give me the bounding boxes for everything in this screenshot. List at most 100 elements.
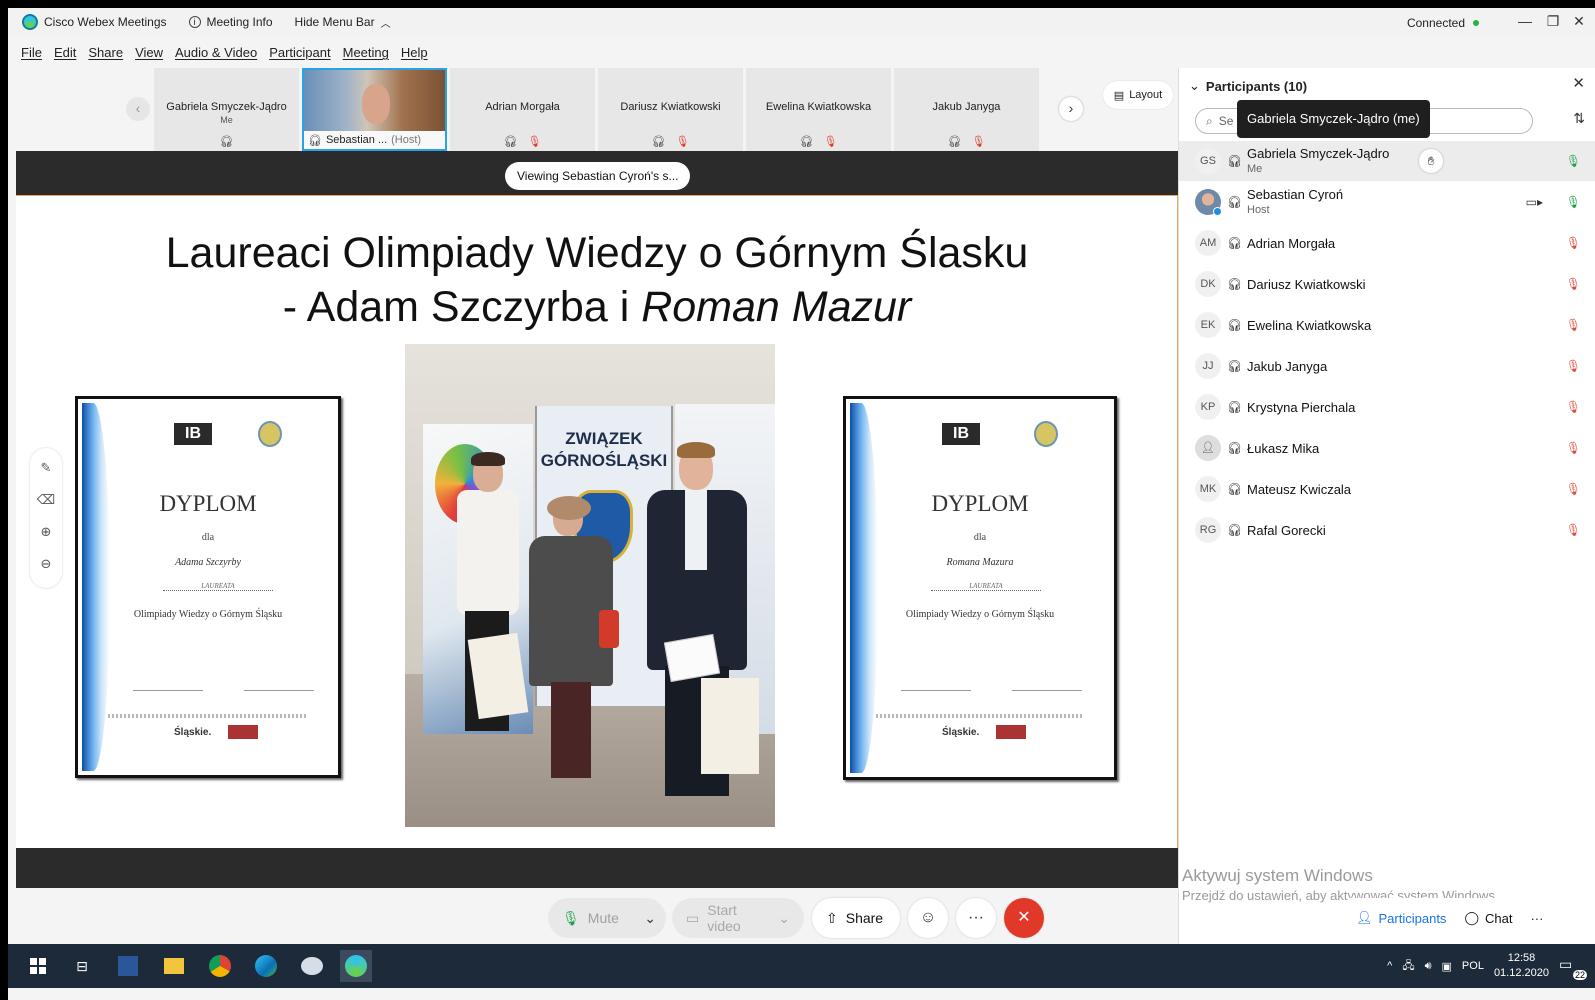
signature <box>1012 657 1082 691</box>
meeting-info-button[interactable]: i Meeting Info <box>188 15 273 29</box>
mic-muted-icon: 🎙︎ <box>527 136 542 148</box>
close-panel-button[interactable]: ✕ <box>1572 74 1585 92</box>
headset-icon: 🎧︎ <box>1227 277 1243 291</box>
headset-icon: 🎧︎ <box>1227 400 1243 414</box>
menu-help[interactable]: Help <box>401 45 428 63</box>
strip-prev-button[interactable]: ‹ <box>126 97 150 121</box>
video-tile[interactable]: Jakub Janyga 🎧︎ 🎙︎ <box>894 68 1039 151</box>
person-right <box>637 442 759 808</box>
start-video-button[interactable]: ▭ Start video ⌄ <box>672 898 804 938</box>
chrome-icon[interactable] <box>204 950 236 982</box>
close-window-button[interactable]: ✕ <box>1567 10 1591 34</box>
menu-edit[interactable]: Edit <box>54 45 76 63</box>
participant-name: Ewelina Kwiatkowska <box>1247 317 1372 333</box>
network-icon[interactable]: 🖧︎ <box>1402 957 1414 976</box>
chevron-down-icon[interactable]: ⌄ <box>644 910 656 927</box>
laureates-photo: ZWIĄZEK GÓRNOŚLĄSKI <box>405 344 775 827</box>
language-indicator[interactable]: POL <box>1462 960 1484 972</box>
participant-row[interactable]: 👤︎ 🎧︎ Łukasz Mika 🎙︎ <box>1179 428 1595 468</box>
menu-meeting[interactable]: Meeting <box>343 45 389 63</box>
menu-share[interactable]: Share <box>88 45 123 63</box>
clock[interactable]: 12:58 01.12.2020 <box>1494 951 1549 981</box>
edge-icon[interactable] <box>250 950 282 982</box>
paint-icon[interactable] <box>296 950 328 982</box>
menu-participant[interactable]: Participant <box>269 45 330 63</box>
participant-row[interactable]: GS 🎧︎ Gabriela Smyczek-Jądro Me ✋︎ 🎙︎ <box>1179 141 1595 181</box>
layout-button[interactable]: ▤ Layout <box>1103 81 1173 109</box>
participant-name: Gabriela Smyczek-Jądro <box>1247 146 1390 161</box>
chat-button[interactable]: ◯ Chat <box>1464 910 1512 926</box>
share-button[interactable]: ⇧ Share <box>812 898 900 938</box>
raise-hand-icon[interactable]: ✋︎ <box>1419 149 1443 173</box>
status-dot-icon <box>1473 20 1479 26</box>
mic-muted-icon: 🎙︎ <box>1565 277 1581 291</box>
participant-row[interactable]: KP 🎧︎ Krystyna Pierchala 🎙︎ <box>1179 387 1595 427</box>
avatar: EK <box>1195 312 1221 338</box>
participant-row[interactable]: EK 🎧︎ Ewelina Kwiatkowska 🎙︎ <box>1179 305 1595 345</box>
participant-name: Krystyna Pierchala <box>1247 399 1356 415</box>
menu-view[interactable]: View <box>135 45 163 63</box>
menu-audio-video[interactable]: Audio & Video <box>175 45 257 63</box>
avatar: RG <box>1195 517 1221 543</box>
panel-more-button[interactable]: ··· <box>1530 911 1543 926</box>
start-button[interactable] <box>22 950 54 982</box>
participant-row[interactable]: RG 🎧︎ Rafal Gorecki 🎙︎ <box>1179 510 1595 550</box>
headset-icon: 🎧︎ <box>219 136 234 148</box>
participants-panel: ⌄ Participants (10) ✕ ⌕ Se ⇅ Gabriela Sm… <box>1178 68 1595 944</box>
video-strip: ‹ Gabriela Smyczek-Jądro Me 🎧︎ 🎧︎ Sebast… <box>16 68 1186 151</box>
task-view-icon[interactable]: ⊟ <box>66 950 98 982</box>
pen-icon[interactable]: ✎ <box>32 454 60 482</box>
zoom-in-icon[interactable]: ⊕ <box>32 518 60 546</box>
participant-row[interactable]: 🎧︎ Sebastian Cyroń Host ▭▸ 🎙︎ <box>1179 182 1595 222</box>
participants-button[interactable]: 👤︎ Participants <box>1356 910 1446 926</box>
menu-file[interactable]: File <box>21 45 42 63</box>
app-title: Cisco Webex Meetings <box>22 14 167 30</box>
tile-name: Gabriela Smyczek-Jądro <box>166 101 287 113</box>
start-video-label: Start video <box>707 902 741 934</box>
video-tile[interactable]: Adrian Morgała 🎧︎ 🎙︎ <box>450 68 595 151</box>
participant-row[interactable]: JJ 🎧︎ Jakub Janyga 🎙︎ <box>1179 346 1595 386</box>
avatar: DK <box>1195 271 1221 297</box>
signature <box>901 657 971 691</box>
webex-taskbar-icon[interactable] <box>340 950 372 982</box>
diploma-recipient: Adama Szczyrby <box>175 557 241 568</box>
video-tile-active[interactable]: 🎧︎ Sebastian ... (Host) <box>302 68 447 151</box>
more-options-button[interactable]: ··· <box>956 898 996 938</box>
participant-name: Jakub Janyga <box>1247 358 1328 374</box>
file-explorer-icon[interactable] <box>158 950 190 982</box>
participant-role: Me <box>1247 163 1263 175</box>
eraser-icon[interactable]: ⌫ <box>32 486 60 514</box>
video-tile[interactable]: Gabriela Smyczek-Jądro Me 🎧︎ <box>154 68 299 151</box>
zoom-out-icon[interactable]: ⊖ <box>32 550 60 578</box>
shared-slide: Laureaci Olimpiady Wiedzy o Górnym Ślask… <box>16 195 1178 848</box>
meeting-tray-icon[interactable]: ▣ <box>1442 960 1452 973</box>
reactions-button[interactable]: ☺ <box>908 898 948 938</box>
participant-row[interactable]: AM 🎧︎ Adrian Morgała 🎙︎ <box>1179 223 1595 263</box>
participant-row[interactable]: MK 🎧︎ Mateusz Kwiczala 🎙︎ <box>1179 469 1595 509</box>
strip-next-button[interactable]: › <box>1059 97 1083 121</box>
chevron-up-icon[interactable]: ^ <box>1387 960 1392 972</box>
sort-icon[interactable]: ⇅ <box>1573 110 1585 127</box>
avatar: GS <box>1195 148 1221 174</box>
restore-button[interactable]: ❐ <box>1541 10 1565 34</box>
notifications-button[interactable]: ▭ 22 <box>1559 956 1587 980</box>
headset-icon: 🎧︎ <box>947 136 962 148</box>
volume-icon[interactable]: 🔊︎ <box>1425 960 1432 973</box>
participant-row[interactable]: DK 🎧︎ Dariusz Kwiatkowski 🎙︎ <box>1179 264 1595 304</box>
mute-button[interactable]: 🎙︎ Mute ⌄ <box>548 898 666 938</box>
avatar: JJ <box>1195 353 1221 379</box>
video-tile[interactable]: Ewelina Kwiatkowska 🎧︎ 🎙︎ <box>746 68 891 151</box>
minimize-button[interactable]: — <box>1513 10 1537 34</box>
end-meeting-button[interactable]: ✕ <box>1004 898 1044 938</box>
person-middle <box>525 496 619 780</box>
participants-panel-header[interactable]: ⌄ Participants (10) <box>1189 78 1307 94</box>
video-tile[interactable]: Dariusz Kwiatkowski 🎧︎ 🎙︎ <box>598 68 743 151</box>
document-app-icon[interactable] <box>112 950 144 982</box>
hide-menu-bar-button[interactable]: Hide Menu Bar ︿ <box>295 15 391 30</box>
mute-label: Mute <box>587 910 619 926</box>
mic-muted-icon: 🎙︎ <box>971 136 986 148</box>
signature <box>133 657 203 691</box>
host-badge <box>1213 207 1222 216</box>
diploma-dla: dla <box>973 532 987 543</box>
mic-muted-icon: 🎙︎ <box>1565 441 1581 455</box>
